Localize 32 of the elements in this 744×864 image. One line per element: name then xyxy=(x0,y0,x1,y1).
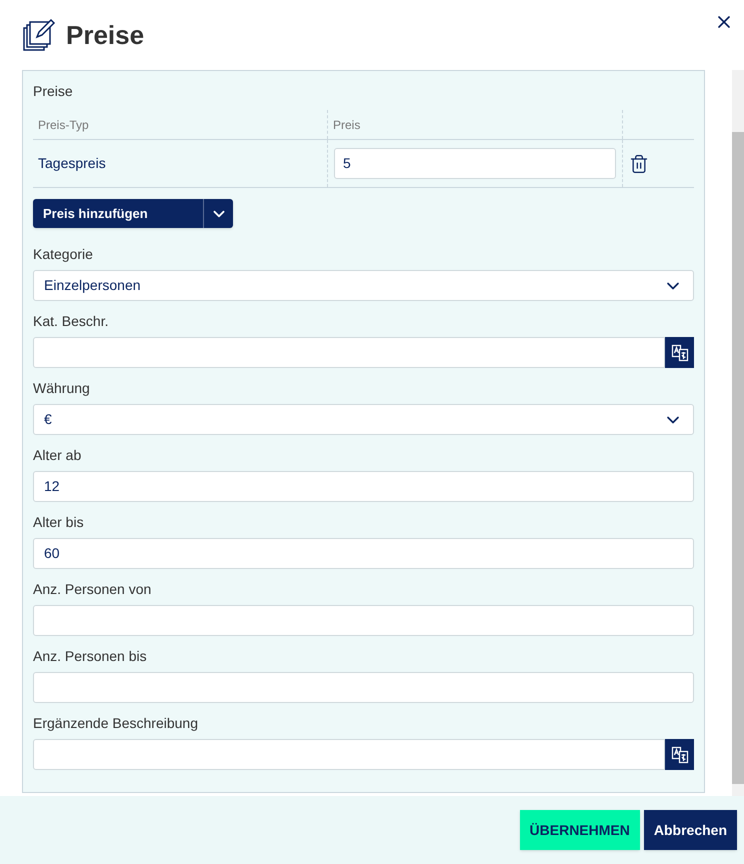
apply-button[interactable]: ÜBERNEHMEN xyxy=(520,810,640,850)
select-field[interactable]: € xyxy=(33,404,694,435)
input-field[interactable] xyxy=(33,605,694,636)
field-label: Alter bis xyxy=(33,513,85,532)
field-label: Ergänzende Beschreibung xyxy=(33,714,200,733)
select-field[interactable]: Einzelpersonen xyxy=(33,270,694,301)
input-field[interactable]: 60 xyxy=(33,538,694,569)
translate-button[interactable] xyxy=(665,337,694,368)
input-field[interactable] xyxy=(33,672,694,703)
input-field[interactable] xyxy=(33,739,665,770)
field-label: Währung xyxy=(33,379,91,398)
translate-button[interactable] xyxy=(665,739,694,770)
add-price-button[interactable]: Preis hinzufügen xyxy=(33,199,233,228)
edit-document-icon xyxy=(22,18,56,52)
column-header: Preis-Typ xyxy=(33,110,328,139)
translate-icon xyxy=(670,344,688,362)
delete-button[interactable] xyxy=(629,154,649,174)
price-input[interactable]: 5 xyxy=(334,148,616,179)
input-field[interactable]: 12 xyxy=(33,471,694,502)
field-label: Kat. Beschr. xyxy=(33,312,110,331)
column-header: Preis xyxy=(328,110,623,139)
field-label: Anz. Personen von xyxy=(33,580,152,599)
input-field[interactable] xyxy=(33,337,665,368)
cancel-button[interactable]: Abbrechen xyxy=(644,810,737,850)
table-cell: Tagespreis xyxy=(33,140,328,187)
dialog-title: Preise xyxy=(66,18,146,52)
field-label: Alter ab xyxy=(33,446,82,465)
translate-icon xyxy=(670,746,688,764)
trash-icon xyxy=(629,154,649,174)
section-label: Preise xyxy=(33,82,74,101)
field-label: Kategorie xyxy=(33,245,94,264)
field-label: Anz. Personen bis xyxy=(33,647,148,666)
